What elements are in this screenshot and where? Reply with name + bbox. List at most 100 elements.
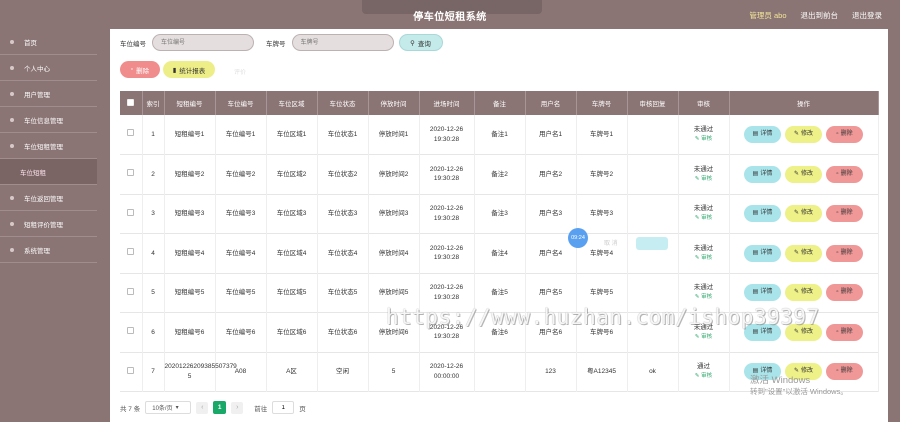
col-review-reply: 审核回复 [627,91,679,115]
detail-label: 详情 [760,131,773,138]
sidebar-item-users[interactable]: 用户管理 [0,81,97,107]
edit-label: 修改 [801,328,814,335]
menu-dot-icon [10,247,14,252]
cell-index: 3 [142,194,165,234]
back-to-front-link[interactable]: 退出到前台 [801,10,839,21]
sidebar-item-review-manage[interactable]: 短租评价管理 [0,211,97,237]
cell-duration: 停放时间4 [368,233,420,273]
trash-icon: ▫ [836,170,839,177]
cell-index: 1 [142,115,165,155]
row-checkbox[interactable] [127,248,135,256]
review-link[interactable]: ✎ 审核 [679,255,729,263]
total-count: 共 7 条 [120,405,141,413]
goto-page-input[interactable] [272,401,295,414]
row-checkbox[interactable] [127,208,135,216]
cell-space-status: 车位状态3 [317,194,369,234]
sidebar-item-home[interactable]: 首页 [0,29,97,55]
admin-label: 管理员 abo [749,11,787,20]
delete-button[interactable]: ▫ 删除 [826,165,863,183]
sidebar-subitem-rental[interactable]: 车位短租 [0,159,97,185]
detail-button[interactable]: ▤ 详情 [744,165,781,183]
sidebar-item-label: 用户管理 [24,91,50,99]
cell-rental-no: 短租编号2 [164,154,216,194]
sidebar-item-system[interactable]: 系统管理 [0,237,97,263]
row-select-cell [120,233,143,273]
review-link[interactable]: ✎ 审核 [679,294,729,302]
sidebar-item-rental-manage[interactable]: 车位短租管理 [0,133,97,159]
stats-report-button[interactable]: ▮ 统计报表 [163,61,215,78]
pencil-icon: ✎ [793,210,799,217]
edit-button[interactable]: ✎ 修改 [785,205,822,223]
batch-delete-button[interactable]: ▫ 删除 [120,61,160,78]
edit-button[interactable]: ✎ 修改 [785,126,822,143]
col-remark: 备注 [474,91,526,115]
sidebar-item-return-manage[interactable]: 车位返回管理 [0,185,97,211]
right-scrollbar[interactable] [888,29,900,422]
space-no-label: 车位编号 [120,40,146,48]
cell-space-no: 车位编号5 [215,273,267,313]
row-checkbox[interactable] [127,169,135,177]
cell-review: 未通过 ✎ 审核 [678,233,730,273]
delete-button[interactable]: ▫ 删除 [826,244,863,262]
edit-button[interactable]: ✎ 修改 [785,165,822,183]
detail-label: 详情 [760,210,773,217]
sidebar-item-label: 短租评价管理 [24,221,63,229]
trash-icon: ▫ [836,328,839,335]
delete-button[interactable]: ▫ 删除 [826,126,863,143]
plate-input[interactable] [291,34,394,51]
review-link[interactable]: ✎ 审核 [679,373,729,381]
logout-link[interactable]: 退出登录 [852,10,882,21]
detail-button[interactable]: ▤ 详情 [744,205,781,223]
detail-button[interactable]: ▤ 详情 [744,126,781,143]
page-size-value: 10条/页 [152,406,173,412]
cell-space-area: A区 [266,352,318,392]
delete-button[interactable]: ▫ 删除 [826,284,863,302]
review-link[interactable]: ✎ 审核 [679,136,729,144]
edit-button[interactable]: ✎ 修改 [785,284,822,302]
doc-icon: ▤ [752,131,759,138]
row-checkbox[interactable] [127,327,135,335]
activation-title: 激活 Windows [750,375,811,386]
edit-label: 修改 [801,131,814,138]
col-index: 索引 [142,91,165,115]
ghost-confirm-pill [636,237,668,250]
entry-date: 2020-12-26 [429,363,464,371]
cell-space-no: 车位编号2 [215,154,267,194]
next-page-button[interactable]: › [231,401,244,414]
cell-duration: 停放时间2 [368,154,420,194]
prev-page-button[interactable]: ‹ [196,401,209,414]
delete-label: 删除 [840,249,853,256]
cell-remark: 备注4 [474,233,526,273]
menu-dot-icon [10,39,14,44]
cell-space-status: 车位状态5 [317,273,369,313]
review-link[interactable]: ✎ 审核 [679,215,729,223]
sidebar-item-profile[interactable]: 个人中心 [0,55,97,81]
current-page-button[interactable]: 1 [213,401,227,414]
cell-username: 用户名1 [525,115,577,155]
plate-label: 车牌号 [266,40,286,48]
sidebar-item-space-info[interactable]: 车位信息管理 [0,107,97,133]
detail-button[interactable]: ▤ 详情 [744,244,781,262]
query-button[interactable]: ⚲ 查询 [398,34,443,51]
space-no-input[interactable] [152,34,254,51]
edit-button[interactable]: ✎ 修改 [785,244,822,262]
row-checkbox[interactable] [127,129,135,137]
cell-actions: ▤ 详情 ✎ 修改 ▫ 删除 [729,233,879,273]
cell-space-no: A08 [215,352,267,392]
cell-username: 用户名3 [525,194,577,234]
doc-icon: ▤ [752,249,759,256]
page-size-select[interactable]: 10条/页 ▾ [145,401,192,414]
ghost-cancel-text: 取 消 [604,241,618,247]
row-checkbox[interactable] [127,366,135,374]
delete-button[interactable]: ▫ 删除 [826,323,863,341]
row-checkbox[interactable] [127,287,135,295]
detail-button[interactable]: ▤ 详情 [744,284,781,302]
cell-rental-no: 短租编号3 [164,194,216,234]
detail-label: 详情 [760,249,773,256]
delete-button[interactable]: ▫ 删除 [826,205,863,223]
review-link[interactable]: ✎ 审核 [679,334,729,342]
review-status: 通过 [697,363,710,371]
delete-label: 删除 [840,170,853,177]
select-all-checkbox[interactable] [127,98,135,106]
review-link[interactable]: ✎ 审核 [679,176,729,184]
